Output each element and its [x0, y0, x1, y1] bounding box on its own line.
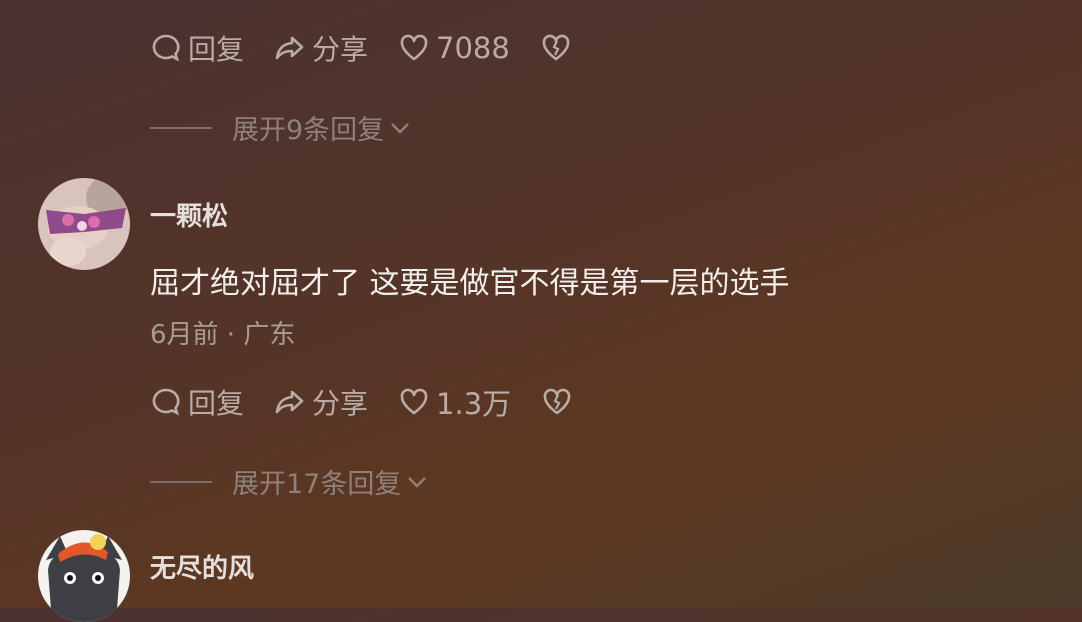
avatar[interactable] [38, 178, 130, 270]
expand-replies-button[interactable]: 展开17条回复 [150, 462, 429, 501]
comment-text: 屈才绝对屈才了 这要是做官不得是第一层的选手 [150, 266, 790, 301]
share-label: 分享 [312, 387, 369, 420]
avatar[interactable] [38, 530, 130, 622]
reply-button[interactable]: 回复 [150, 28, 244, 68]
comment-bubble-icon [152, 388, 180, 416]
divider-line [150, 480, 212, 483]
reply-label: 回复 [188, 387, 245, 420]
share-label: 分享 [312, 33, 369, 66]
divider-line [150, 126, 212, 129]
comment-actions: 回复 分享 7088 [150, 28, 608, 68]
comment-bubble-icon [152, 34, 180, 62]
like-button[interactable]: 1.3万 [398, 381, 511, 423]
comment-actions: 回复 分享 1.3万 [150, 382, 609, 422]
chevron-down-icon [408, 476, 427, 488]
broken-heart-icon [543, 388, 571, 415]
dislike-button[interactable] [540, 32, 578, 64]
reply-label: 回复 [188, 33, 245, 66]
heart-icon [400, 388, 428, 415]
share-arrow-icon [275, 390, 304, 414]
username[interactable]: 一颗松 [150, 196, 228, 233]
broken-heart-icon [542, 34, 570, 61]
like-count: 7088 [436, 31, 510, 65]
heart-icon [400, 34, 428, 61]
username[interactable]: 无尽的风 [150, 548, 254, 585]
reply-button[interactable]: 回复 [150, 382, 244, 422]
comment-meta: 6月前 · 广东 [150, 320, 296, 350]
share-arrow-icon [275, 36, 304, 60]
dislike-button[interactable] [541, 386, 579, 418]
like-count: 1.3万 [436, 387, 512, 421]
expand-replies-button[interactable]: 展开9条回复 [150, 108, 412, 147]
share-button[interactable]: 分享 [274, 28, 368, 68]
avatar-image [38, 178, 130, 270]
share-button[interactable]: 分享 [274, 382, 368, 422]
expand-replies-label: 展开9条回复 [232, 115, 385, 146]
like-button[interactable]: 7088 [398, 31, 510, 65]
avatar-image [38, 530, 130, 622]
expand-replies-label: 展开17条回复 [232, 469, 402, 500]
chevron-down-icon [391, 122, 410, 134]
